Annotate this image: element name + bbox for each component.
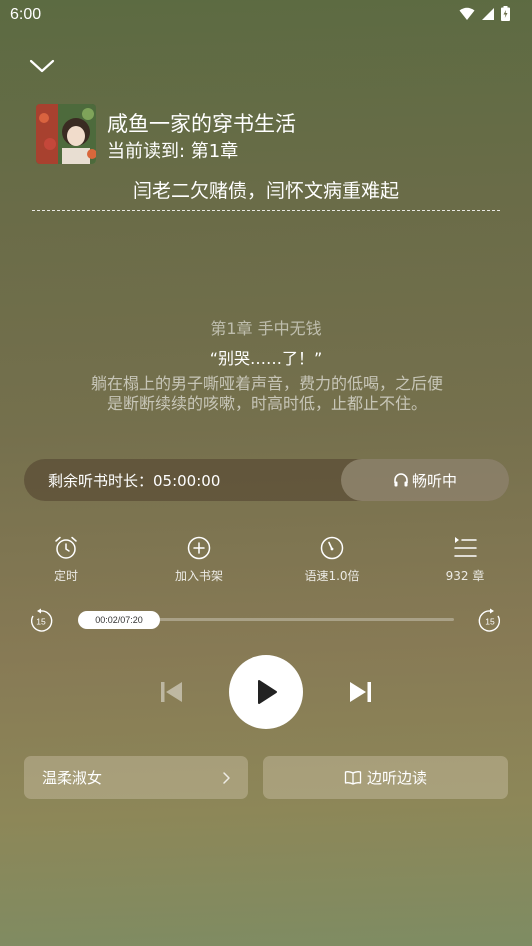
chapter-list-button[interactable]: 932 章	[420, 535, 510, 584]
add-to-shelf-label: 加入书架	[174, 569, 223, 583]
chapter-heading: 闫老二欠赌债，闫怀文病重难起	[132, 180, 399, 202]
next-chapter-button[interactable]	[346, 678, 374, 706]
status-time: 6:00	[10, 6, 42, 23]
progress-thumb[interactable]: 00:02/07:20	[78, 611, 160, 629]
book-title: 咸鱼一家的穿书生活	[107, 112, 296, 136]
alarm-clock-icon	[55, 536, 77, 559]
forward-15-icon: 15	[478, 608, 501, 632]
add-circle-icon	[187, 536, 211, 560]
book-cover-art	[36, 104, 96, 164]
skip-back-seconds: 15	[36, 617, 46, 627]
unlimited-listen-button[interactable]: 畅听中	[341, 459, 509, 501]
status-icons	[459, 6, 510, 21]
skip-forward-seconds: 15	[485, 617, 495, 627]
speed-button[interactable]: 语速1.0倍	[287, 535, 377, 584]
skip-forward-15-button[interactable]: 15	[477, 608, 503, 634]
chevron-right-icon	[223, 771, 230, 784]
preview-quote: “别哭……了！”	[209, 349, 323, 368]
preview-chapter-title: 第1章 手中无钱	[210, 319, 322, 338]
voice-select-button[interactable]: 温柔淑女	[24, 756, 248, 799]
battery-icon	[501, 6, 510, 21]
chapter-count-label: 932 章	[445, 569, 485, 583]
skip-previous-icon	[161, 682, 182, 702]
unlimited-listen-label: 畅听中	[411, 471, 457, 490]
previous-chapter-button[interactable]	[158, 678, 186, 706]
rewind-15-icon: 15	[30, 608, 53, 632]
headphones-icon	[394, 473, 408, 487]
dashed-divider	[32, 210, 500, 211]
skip-back-15-button[interactable]: 15	[28, 608, 54, 634]
play-button[interactable]	[229, 655, 303, 729]
current-chapter: 当前读到: 第1章	[107, 141, 239, 162]
skip-next-icon	[350, 682, 371, 702]
add-to-shelf-button[interactable]: 加入书架	[154, 535, 244, 584]
collapse-button[interactable]	[28, 54, 56, 78]
speedometer-icon	[320, 536, 344, 560]
voice-label: 温柔淑女	[42, 769, 103, 787]
chapter-list-icon	[454, 537, 477, 557]
timer-label: 定时	[53, 569, 78, 583]
signal-icon	[482, 7, 494, 20]
timer-button[interactable]: 定时	[21, 535, 111, 584]
speed-label: 语速1.0倍	[304, 569, 360, 583]
read-along-label: 边听边读	[366, 769, 427, 787]
preview-body: 躺在榻上的男子嘶哑着声音，费力的低喝，之后便是断断续续的咳嗽，时高时低，止都止不…	[90, 374, 443, 413]
chevron-down-icon	[29, 59, 55, 73]
read-along-button[interactable]: 边听边读	[263, 756, 508, 799]
remaining-time-label: 剩余听书时长：05:00:00	[48, 472, 221, 490]
play-icon	[258, 680, 277, 704]
wifi-icon	[459, 7, 475, 20]
open-book-icon	[344, 770, 362, 785]
book-cover[interactable]	[36, 104, 96, 164]
progress-time-label: 00:02/07:20	[95, 615, 143, 625]
